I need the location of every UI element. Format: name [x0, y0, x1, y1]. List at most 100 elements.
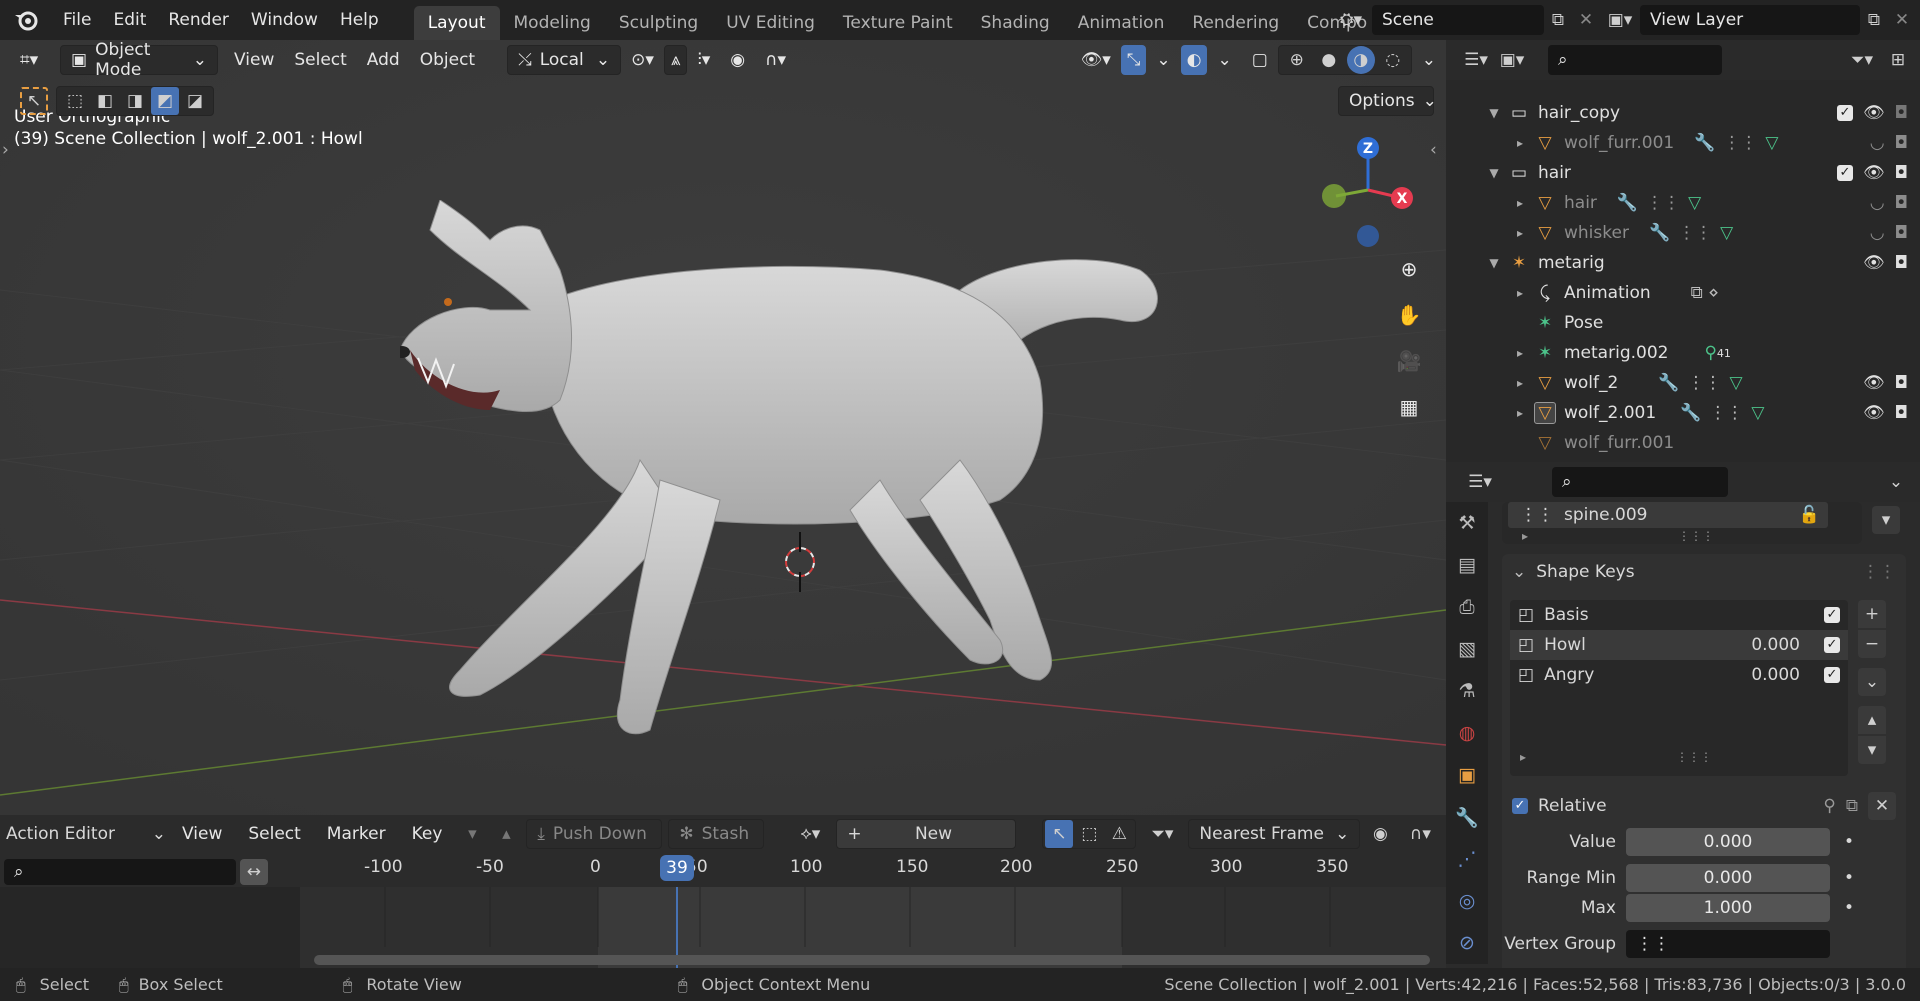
- 3d-cursor-icon[interactable]: [780, 532, 820, 592]
- pivot-point-icon[interactable]: ⊙▾: [621, 45, 664, 75]
- move-up-icon[interactable]: ▴: [1858, 706, 1886, 734]
- overlay-toggle-icon[interactable]: ◐: [1180, 45, 1208, 75]
- transform-orientation-dropdown[interactable]: ⤯ Local ⌄: [507, 45, 622, 75]
- editor-type-button[interactable]: ⌗▾: [10, 45, 60, 75]
- outliner-row-pose[interactable]: ✶ Pose: [1446, 308, 1920, 338]
- pin-icon[interactable]: ⚲: [1823, 796, 1835, 816]
- falloff-icon[interactable]: ∩▾: [1400, 820, 1440, 848]
- timeline-area[interactable]: -100 -50 0 50 100 150 200 250 300 350 39: [300, 851, 1446, 968]
- collapse-icon[interactable]: ▼: [1486, 166, 1502, 180]
- view-layer-field[interactable]: View Layer: [1640, 5, 1860, 35]
- exclude-checkbox[interactable]: ✓: [1836, 165, 1853, 181]
- pan-hand-icon[interactable]: ✋: [1390, 296, 1428, 334]
- select-new-icon[interactable]: ⬚: [61, 87, 89, 115]
- menu-help[interactable]: Help: [329, 10, 390, 30]
- outliner-row-animation[interactable]: ▸ ⤹ Animation ⧉ ⋄: [1446, 278, 1920, 308]
- menu-marker[interactable]: Marker: [317, 819, 396, 849]
- outliner-row-hair-collection[interactable]: ▼ ▭ hair ✓ 👁 ◘: [1446, 158, 1920, 188]
- options-chevron-icon[interactable]: ⌄: [1882, 468, 1910, 496]
- menu-key[interactable]: Key: [402, 819, 453, 849]
- outliner-row-wolf-furr-001-child[interactable]: ▽ wolf_furr.001: [1446, 428, 1920, 458]
- list-expand-icon[interactable]: ▸ ⋮⋮⋮: [1520, 750, 1840, 764]
- scene-selector-icon[interactable]: ⛭▾: [1330, 6, 1372, 34]
- clear-icon[interactable]: ✕: [1868, 792, 1896, 820]
- outliner-row-wolf-furr-001[interactable]: ▸ ▽ wolf_furr.001 🔧 ⋮⋮ ▽ ◡ ◘: [1446, 128, 1920, 158]
- modifier-tab-icon[interactable]: 🔧: [1446, 796, 1488, 838]
- camera-icon[interactable]: ◘: [1895, 133, 1908, 153]
- collapse-icon[interactable]: ▼: [1486, 106, 1502, 120]
- editor-type-icon[interactable]: ☰▾: [1458, 468, 1502, 496]
- tool-tab-icon[interactable]: ⚒: [1446, 502, 1488, 544]
- select-cursor-icon[interactable]: ↖: [1045, 820, 1074, 848]
- select-intersect-icon[interactable]: ◪: [181, 87, 209, 115]
- outliner-row-whisker[interactable]: ▸ ▽ whisker 🔧 ⋮⋮ ▽ ◡ ◘: [1446, 218, 1920, 248]
- tab-shading[interactable]: Shading: [967, 6, 1064, 40]
- display-mode-icon[interactable]: ▣▾: [1498, 46, 1526, 74]
- outliner-search-input[interactable]: ⌕: [1548, 45, 1722, 75]
- visibility-icon[interactable]: 👁▾: [1071, 45, 1121, 75]
- shape-keys-header[interactable]: ⌄ Shape Keys ⋮⋮: [1502, 554, 1906, 590]
- expand-icon[interactable]: ▸: [1512, 226, 1528, 240]
- horizontal-scrollbar[interactable]: [314, 955, 1430, 965]
- camera-view-icon[interactable]: 🎥: [1390, 342, 1428, 380]
- material-preview-icon[interactable]: ◑: [1346, 46, 1375, 74]
- frame-ruler[interactable]: [300, 851, 1446, 887]
- shape-key-value[interactable]: 0.000: [1751, 635, 1800, 655]
- overlay-dropdown-icon[interactable]: ⌄: [1207, 45, 1241, 75]
- menu-file[interactable]: File: [52, 10, 102, 30]
- close-view-layer-icon[interactable]: ✕: [1888, 6, 1916, 34]
- camera-icon[interactable]: ◘: [1895, 253, 1908, 273]
- world-tab-icon[interactable]: ◍: [1446, 712, 1488, 754]
- outliner-row-hair[interactable]: ▸ ▽ hair 🔧 ⋮⋮ ▽ ◡ ◘: [1446, 188, 1920, 218]
- new-collection-icon[interactable]: ⊞: [1884, 46, 1912, 74]
- mode-dropdown[interactable]: ▣ Object Mode ⌄: [60, 40, 218, 80]
- menu-edit[interactable]: Edit: [102, 10, 157, 30]
- scene-field[interactable]: Scene: [1372, 5, 1544, 35]
- zoom-icon[interactable]: ⊕: [1390, 250, 1428, 288]
- stash-button[interactable]: ✻ Stash: [668, 819, 765, 849]
- navigation-gizmo[interactable]: Z X: [1310, 130, 1430, 260]
- lock-icon[interactable]: 🔓: [1799, 505, 1820, 525]
- xray-toggle-icon[interactable]: ▢: [1242, 45, 1278, 75]
- close-scene-icon[interactable]: ✕: [1572, 6, 1600, 34]
- outliner-row-metarig-002[interactable]: ▸ ✶ metarig.002 ⚲ 41: [1446, 338, 1920, 368]
- tab-texture-paint[interactable]: Texture Paint: [829, 6, 967, 40]
- menu-window[interactable]: Window: [240, 10, 329, 30]
- output-tab-icon[interactable]: ⎙: [1446, 586, 1488, 628]
- eye-icon[interactable]: 👁: [1863, 163, 1885, 183]
- camera-icon[interactable]: ◘: [1895, 223, 1908, 243]
- layer-down-icon[interactable]: ▾: [458, 820, 486, 848]
- shape-key-specials-icon[interactable]: ⌄: [1858, 668, 1886, 696]
- tab-sculpting[interactable]: Sculpting: [605, 6, 712, 40]
- swap-icon[interactable]: ↔: [239, 859, 268, 885]
- menu-view[interactable]: View: [172, 819, 232, 849]
- outliner-row-wolf-2[interactable]: ▸ ▽ wolf_2 🔧 ⋮⋮ ▽ 👁 ◘: [1446, 368, 1920, 398]
- eye-closed-icon[interactable]: ◡: [1870, 133, 1885, 153]
- particles-tab-icon[interactable]: ⋰: [1446, 838, 1488, 880]
- menu-select[interactable]: Select: [238, 819, 310, 849]
- shape-key-value[interactable]: 0.000: [1751, 665, 1800, 685]
- shape-key-mute-checkbox[interactable]: ✓: [1824, 607, 1840, 623]
- eye-icon[interactable]: 👁: [1863, 253, 1885, 273]
- list-expand-icon[interactable]: ▸ ⋮⋮⋮: [1502, 528, 1862, 544]
- render-tab-icon[interactable]: ▤: [1446, 544, 1488, 586]
- new-action-button[interactable]: + New: [836, 819, 1017, 849]
- gizmo-dropdown-icon[interactable]: ⌄: [1146, 45, 1180, 75]
- tab-animation[interactable]: Animation: [1064, 6, 1179, 40]
- proportional-edit-icon[interactable]: ◉: [1366, 820, 1394, 848]
- keyframe-dot-icon[interactable]: •: [1844, 832, 1854, 852]
- tab-rendering[interactable]: Rendering: [1178, 6, 1293, 40]
- shape-key-mute-checkbox[interactable]: ✓: [1824, 667, 1840, 683]
- current-frame-indicator[interactable]: 39: [660, 855, 694, 881]
- new-view-layer-icon[interactable]: ⧉: [1860, 6, 1888, 34]
- menu-render[interactable]: Render: [157, 10, 240, 30]
- constraints-tab-icon[interactable]: ⊘: [1446, 922, 1488, 964]
- range-min-field[interactable]: 0.000: [1626, 864, 1830, 892]
- object-tab-icon[interactable]: ▣: [1446, 754, 1488, 796]
- outliner-row-metarig[interactable]: ▼ ✶ metarig 👁 ◘: [1446, 248, 1920, 278]
- move-down-icon[interactable]: ▾: [1858, 736, 1886, 764]
- select-tool-icon[interactable]: ↖: [20, 87, 48, 115]
- layer-up-icon[interactable]: ▴: [492, 820, 520, 848]
- menu-view[interactable]: View: [224, 45, 284, 75]
- camera-icon[interactable]: ◘: [1895, 373, 1908, 393]
